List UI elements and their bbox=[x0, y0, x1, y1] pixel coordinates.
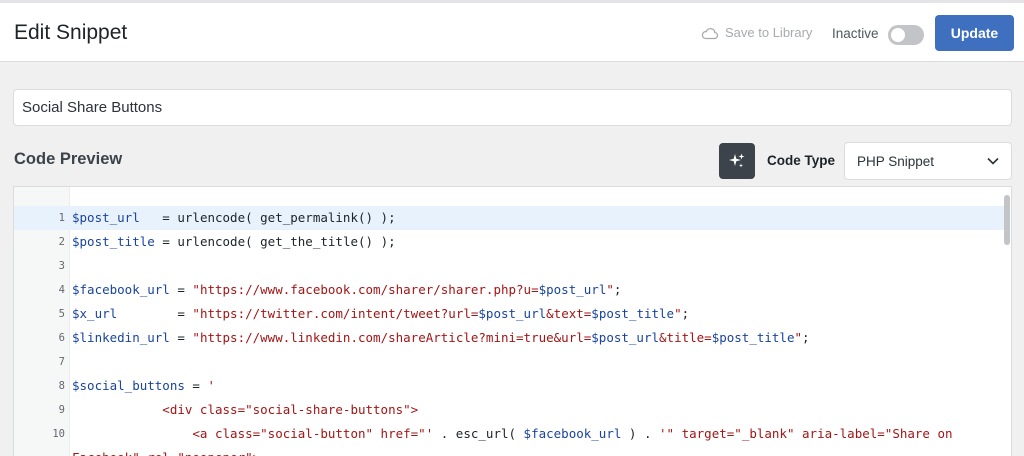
code-token: $post_url bbox=[591, 330, 660, 345]
line-code: <a class="social-button" href="' . esc_u… bbox=[72, 422, 953, 446]
snippet-title-input[interactable]: Social Share Buttons bbox=[13, 89, 1012, 126]
code-token: &text= bbox=[546, 306, 592, 321]
code-line[interactable]: 3 bbox=[14, 254, 1004, 278]
line-number: 1 bbox=[58, 212, 65, 224]
code-token: "https://www.linkedin.com/shareArticle?m… bbox=[192, 330, 592, 345]
code-token: $facebook_url bbox=[72, 282, 170, 297]
chevron-down-icon bbox=[987, 157, 999, 165]
line-number: 2 bbox=[58, 236, 65, 248]
code-type-value: PHP Snippet bbox=[857, 153, 935, 169]
code-token: "https://twitter.com/intent/tweet?url= bbox=[192, 306, 479, 321]
code-token: "https://www.facebook.com/sharer/sharer.… bbox=[192, 282, 539, 297]
update-button[interactable]: Update bbox=[935, 15, 1014, 51]
code-token: $facebook_url bbox=[523, 426, 622, 441]
code-token: . esc_url( bbox=[433, 426, 524, 441]
code-line[interactable]: 4 $facebook_url = "https://www.facebook.c… bbox=[14, 278, 1004, 302]
code-token: = bbox=[117, 306, 193, 321]
line-code: $post_url = urlencode( get_permalink() )… bbox=[72, 206, 396, 230]
code-token: <a class="social-button" href="' bbox=[72, 426, 434, 441]
line-code: Facebook" rel="noopener"> bbox=[72, 446, 260, 456]
line-code: $social_buttons = ' bbox=[72, 374, 215, 398]
code-preview-title: Code Preview bbox=[14, 150, 123, 168]
code-token: $post_title bbox=[711, 330, 795, 345]
code-token: $post_url bbox=[478, 306, 547, 321]
line-code: <div class="social-share-buttons"> bbox=[72, 398, 418, 422]
code-line[interactable]: Facebook" rel="noopener"> bbox=[14, 446, 1004, 456]
code-token: $post_title bbox=[72, 234, 155, 249]
code-token: Facebook" rel="noopener"> bbox=[72, 450, 260, 456]
code-token: ) . bbox=[621, 426, 660, 441]
code-token: = bbox=[169, 330, 193, 345]
cloud-icon bbox=[701, 27, 719, 39]
ai-assist-button[interactable] bbox=[719, 143, 755, 179]
code-token: " bbox=[674, 306, 682, 321]
code-token: ; bbox=[802, 330, 810, 345]
code-token: $post_title bbox=[591, 306, 675, 321]
code-token: " bbox=[606, 282, 614, 297]
code-line[interactable]: 5 $x_url = "https://twitter.com/intent/tw… bbox=[14, 302, 1004, 326]
code-line[interactable]: 9 <div class="social-share-buttons"> bbox=[14, 398, 1004, 422]
line-number: 6 bbox=[58, 332, 65, 344]
code-token: &title= bbox=[659, 330, 712, 345]
line-code: $x_url = "https://twitter.com/intent/twe… bbox=[72, 302, 689, 326]
code-line[interactable]: 7 bbox=[14, 350, 1004, 374]
line-number: 5 bbox=[58, 308, 65, 320]
code-token: = urlencode( get_permalink() ); bbox=[139, 210, 396, 225]
line-code: $post_title = urlencode( get_the_title()… bbox=[72, 230, 396, 254]
line-number: 7 bbox=[58, 356, 65, 368]
code-token: = bbox=[184, 378, 208, 393]
code-token: $linkedin_url bbox=[72, 330, 170, 345]
status-label: Inactive bbox=[832, 26, 879, 41]
save-to-library-label: Save to Library bbox=[725, 25, 813, 40]
line-number: 3 bbox=[58, 260, 65, 272]
code-token: $social_buttons bbox=[72, 378, 185, 393]
code-line[interactable]: 1 $post_url = urlencode( get_permalink() … bbox=[14, 206, 1004, 230]
code-line[interactable]: 2 $post_title = urlencode( get_the_title(… bbox=[14, 230, 1004, 254]
code-token: '" target="_blank" aria-label="Share on bbox=[659, 426, 953, 441]
sparkle-icon bbox=[729, 153, 745, 168]
code-token: ; bbox=[681, 306, 690, 321]
code-token: <div class="social-share-buttons"> bbox=[72, 402, 419, 417]
code-token: = urlencode( get_the_title() ); bbox=[154, 234, 396, 249]
save-to-library-button[interactable]: Save to Library bbox=[701, 25, 812, 40]
code-editor[interactable]: <?php 1$post_url = urlencode( get_permal… bbox=[13, 186, 1012, 456]
line-number: 9 bbox=[58, 404, 65, 416]
line-code: $facebook_url = "https://www.facebook.co… bbox=[72, 278, 621, 302]
line-number: 10 bbox=[52, 428, 65, 440]
page-title: Edit Snippet bbox=[14, 21, 128, 44]
code-token: $post_url bbox=[538, 282, 607, 297]
code-line[interactable]: 6 $linkedin_url = "https://www.linkedin.c… bbox=[14, 326, 1004, 350]
code-line[interactable]: 10 <a class="social-button" href="' . es… bbox=[14, 422, 1004, 446]
line-code: $linkedin_url = "https://www.linkedin.co… bbox=[72, 326, 810, 350]
code-type-label: Code Type bbox=[767, 153, 836, 168]
code-token: = bbox=[169, 282, 193, 297]
code-token: ' bbox=[207, 378, 215, 393]
editor-scrollbar[interactable] bbox=[1004, 195, 1010, 245]
editor-header: Edit Snippet Save to Library Inactive Up… bbox=[0, 3, 1024, 62]
code-token: ; bbox=[613, 282, 622, 297]
toggle-knob bbox=[891, 28, 905, 42]
line-number: 4 bbox=[58, 284, 65, 296]
active-toggle[interactable] bbox=[888, 25, 924, 45]
code-token: " bbox=[794, 330, 803, 345]
code-line[interactable]: 8 $social_buttons = ' bbox=[14, 374, 1004, 398]
code-token: $post_url bbox=[72, 210, 140, 225]
line-number: 8 bbox=[58, 380, 65, 392]
code-type-select[interactable]: PHP Snippet bbox=[844, 142, 1012, 180]
code-token: $x_url bbox=[72, 306, 118, 321]
